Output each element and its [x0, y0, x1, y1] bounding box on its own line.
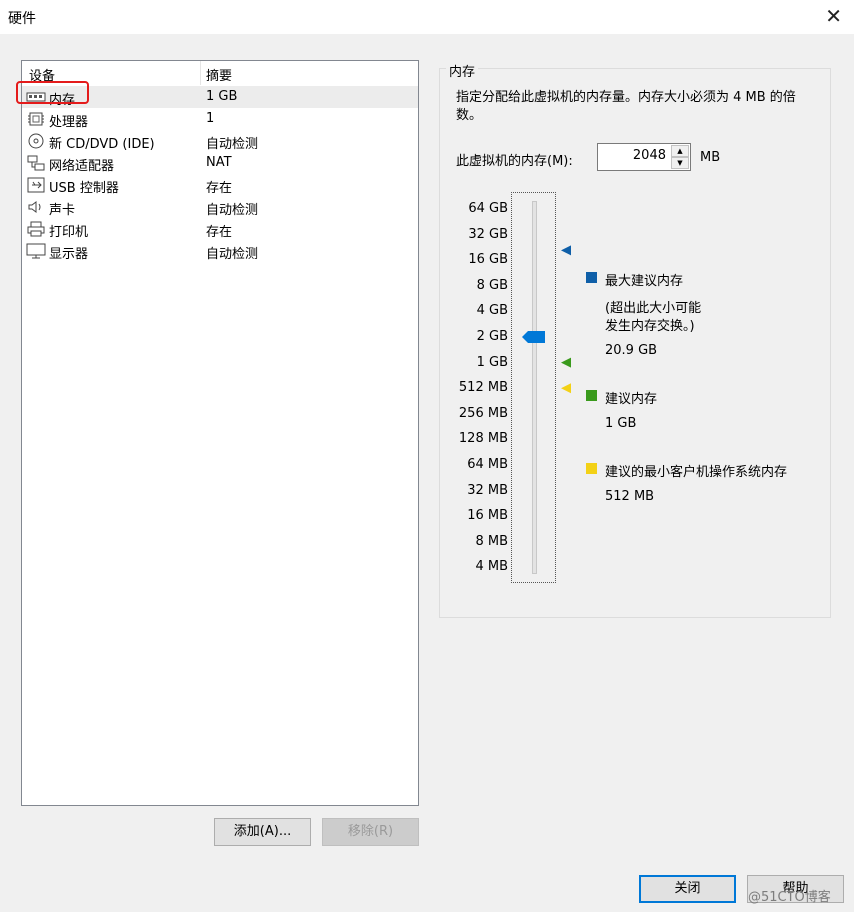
slider-tick-label: 2 GB: [476, 329, 508, 344]
monitor-icon: [26, 243, 46, 259]
watermark: @51CTO博客: [748, 890, 831, 905]
legend-min-guest-value: 512 MB: [605, 489, 655, 504]
spin-down-icon[interactable]: ▼: [671, 157, 689, 169]
legend-recommended-label: 建议内存: [605, 392, 658, 407]
slider-tick-label: 128 MB: [458, 431, 508, 447]
device-summary: 1 GB: [206, 89, 238, 104]
cd-dvd-icon: [28, 133, 44, 149]
slider-tick-label: 16 GB: [468, 252, 508, 268]
usb-icon: [27, 177, 45, 193]
device-name: 声卡: [49, 203, 76, 218]
printer-icon: [27, 221, 45, 237]
memory-group-title: 内存: [446, 61, 479, 80]
device-row-display[interactable]: 显示器 自动检测: [22, 240, 418, 262]
slider-tick-label: 4 GB: [476, 303, 508, 319]
memory-value[interactable]: 2048: [633, 148, 666, 163]
legend-max-label: 最大建议内存: [605, 274, 684, 289]
device-summary: 存在: [206, 181, 233, 196]
remove-button[interactable]: 移除(R): [322, 818, 419, 846]
device-name: USB 控制器: [49, 181, 119, 196]
legend-min-guest-label: 建议的最小客户机操作系统内存: [605, 465, 788, 480]
close-icon[interactable]: ✕: [825, 4, 842, 28]
slider-tick-label: 1 GB: [476, 354, 508, 370]
device-row-sound[interactable]: 声卡 自动检测: [22, 196, 418, 218]
legend-swatch-recommended: [586, 390, 597, 401]
title-bar: 硬件 ✕: [0, 0, 854, 34]
column-divider[interactable]: [200, 61, 201, 85]
memory-description: 指定分配给此虚拟机的内存量。内存大小必须为 4 MB 的倍数。: [456, 90, 796, 123]
memory-input[interactable]: 2048 ▲ ▼: [597, 143, 691, 171]
legend-swatch-min-guest: [586, 463, 597, 474]
cpu-icon: [28, 112, 44, 126]
device-row-network[interactable]: 网络适配器 NAT: [22, 152, 418, 174]
legend-swatch-max: [586, 272, 597, 283]
device-name: 新 CD/DVD (IDE): [49, 137, 155, 152]
slider-tick-label: 512 MB: [458, 380, 508, 396]
slider-tick-label: 16 MB: [467, 508, 508, 524]
slider-tick-label: 64 MB: [467, 457, 508, 472]
network-icon: [27, 155, 45, 171]
device-summary: 自动检测: [206, 247, 259, 262]
device-summary: NAT: [206, 155, 232, 170]
close-button[interactable]: 关闭: [639, 875, 736, 903]
slider-track[interactable]: [532, 201, 537, 574]
device-name: 处理器: [49, 115, 89, 130]
memory-field-label: 此虚拟机的内存(M):: [456, 154, 573, 169]
slider-tick-label: 64 GB: [468, 201, 508, 216]
device-summary: 存在: [206, 225, 233, 240]
slider-tick-label: 8 MB: [475, 533, 508, 549]
legend-max-value: 20.9 GB: [605, 343, 658, 358]
highlight-annotation: [16, 81, 89, 104]
device-row-printer[interactable]: 打印机 存在: [22, 218, 418, 240]
device-list[interactable]: 设备 摘要 内存 1 GB 处理器 1 新 CD/DVD (IDE) 自动检测 …: [21, 60, 419, 806]
device-row-cpu[interactable]: 处理器 1: [22, 108, 418, 130]
device-name: 打印机: [49, 225, 89, 240]
legend-max-note-1: (超出此大小可能: [605, 301, 702, 316]
device-summary: 自动检测: [206, 203, 259, 218]
device-summary: 自动检测: [206, 137, 259, 152]
legend-recommended-value: 1 GB: [605, 416, 637, 431]
slider-tick-label: 4 MB: [475, 559, 508, 575]
speaker-icon: [28, 201, 41, 213]
slider-tick-label: 256 MB: [458, 405, 508, 421]
window-title: 硬件: [8, 11, 36, 27]
memory-unit: MB: [700, 150, 721, 165]
slider-tick-label: 8 GB: [476, 277, 508, 293]
add-button[interactable]: 添加(A)...: [214, 818, 311, 846]
device-summary: 1: [206, 111, 215, 126]
device-row-cd-dvd[interactable]: 新 CD/DVD (IDE) 自动检测: [22, 130, 418, 152]
slider-tick-label: 32 MB: [467, 482, 508, 498]
device-row-usb[interactable]: USB 控制器 存在: [22, 174, 418, 196]
column-header-summary[interactable]: 摘要: [206, 65, 232, 84]
spin-up-icon[interactable]: ▲: [671, 145, 689, 157]
device-name: 网络适配器: [49, 159, 115, 174]
slider-tick-label: 32 GB: [468, 226, 508, 242]
legend-max-note-2: 发生内存交换。): [605, 319, 695, 334]
device-name: 显示器: [49, 247, 89, 262]
